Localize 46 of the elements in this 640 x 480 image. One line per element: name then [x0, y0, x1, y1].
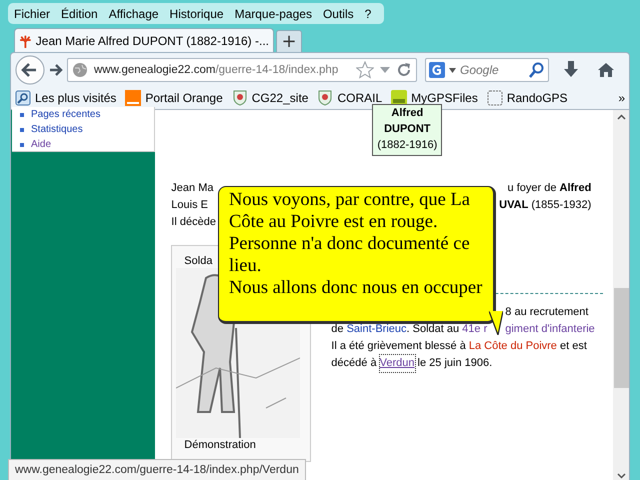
figure-caption: Solda: [184, 254, 212, 268]
paragraph-text: UVAL (1855-1932): [499, 198, 592, 213]
paragraph-text: Louis E: [171, 198, 208, 213]
sidebar-link[interactable]: Aide: [31, 139, 52, 150]
sidebar-link[interactable]: Pages récentes: [31, 109, 100, 120]
bookmark-item[interactable]: Portail Orange: [125, 90, 223, 106]
menu-item[interactable]: Fichier: [14, 6, 50, 20]
bookmark-item[interactable]: CG22_site: [232, 90, 308, 106]
status-bar-url: www.genealogie22.com/guerre-14-18/index.php/Verdun: [8, 459, 306, 480]
text-link[interactable]: Verdun: [380, 355, 414, 372]
paragraph-text: décédé à: [331, 356, 378, 371]
paragraph-text: u foyer de Alfred: [508, 181, 592, 196]
menu-item[interactable]: ?: [364, 6, 372, 20]
text-link[interactable]: giment d'infanterie: [505, 321, 595, 338]
paragraph-text: 8 au recrutement: [505, 305, 588, 320]
person-card-text: Alfred: [390, 106, 424, 121]
menu-item[interactable]: Historique: [170, 6, 224, 20]
more-bookmarks-button[interactable]: »: [618, 91, 625, 105]
menu-item[interactable]: Outils: [322, 6, 354, 20]
paragraph-text: le 25 juin 1906.: [416, 356, 492, 371]
browser-tab[interactable]: Jean Marie Alfred DUPONT (1882-1916) -...: [14, 28, 274, 52]
paragraph-text: Jean Ma: [171, 181, 214, 196]
text-link[interactable]: 41e r: [462, 321, 488, 338]
menu-item[interactable]: Édition: [61, 6, 98, 20]
callout-text: Nous voyons, par contre, que La Côte au Poivre est en rouge. Personne n'a donc documenté ce lieu. Nous allons donc nous en occuper: [228, 189, 484, 299]
search-field[interactable]: Google: [425, 58, 549, 82]
bookmark-item[interactable]: Les plus visités: [15, 90, 116, 106]
paragraph-text: de: [331, 322, 345, 337]
person-card-text: (1882-1916): [377, 138, 438, 153]
text-link[interactable]: Saint-Brieuc: [346, 321, 407, 338]
text-link[interactable]: La Côte du Poivre: [468, 338, 557, 355]
new-tab-button[interactable]: +: [276, 30, 302, 52]
bookmark-item[interactable]: RandoGPS: [486, 90, 568, 106]
paragraph-text: Il décède: [171, 215, 216, 230]
paragraph-text: . Soldat au: [406, 322, 460, 337]
figure-caption: Démonstration: [184, 438, 256, 452]
search-input[interactable]: Google: [460, 63, 524, 77]
menu-item[interactable]: Affichage: [108, 6, 159, 20]
sidebar-link[interactable]: Statistiques: [31, 124, 83, 135]
bookmark-item[interactable]: CORAIL: [317, 90, 382, 106]
person-card-text: DUPONT: [383, 122, 432, 137]
url-text: www.genealogie22.com/guerre-14-18/index.php: [94, 64, 340, 76]
paragraph-text: et est: [558, 339, 587, 354]
address-bar[interactable]: www.genealogie22.com/guerre-14-18/index.php: [67, 58, 417, 82]
menu-item[interactable]: Marque-pages: [234, 6, 312, 20]
paragraph-text: Il a été grièvement blessé à: [331, 339, 467, 354]
